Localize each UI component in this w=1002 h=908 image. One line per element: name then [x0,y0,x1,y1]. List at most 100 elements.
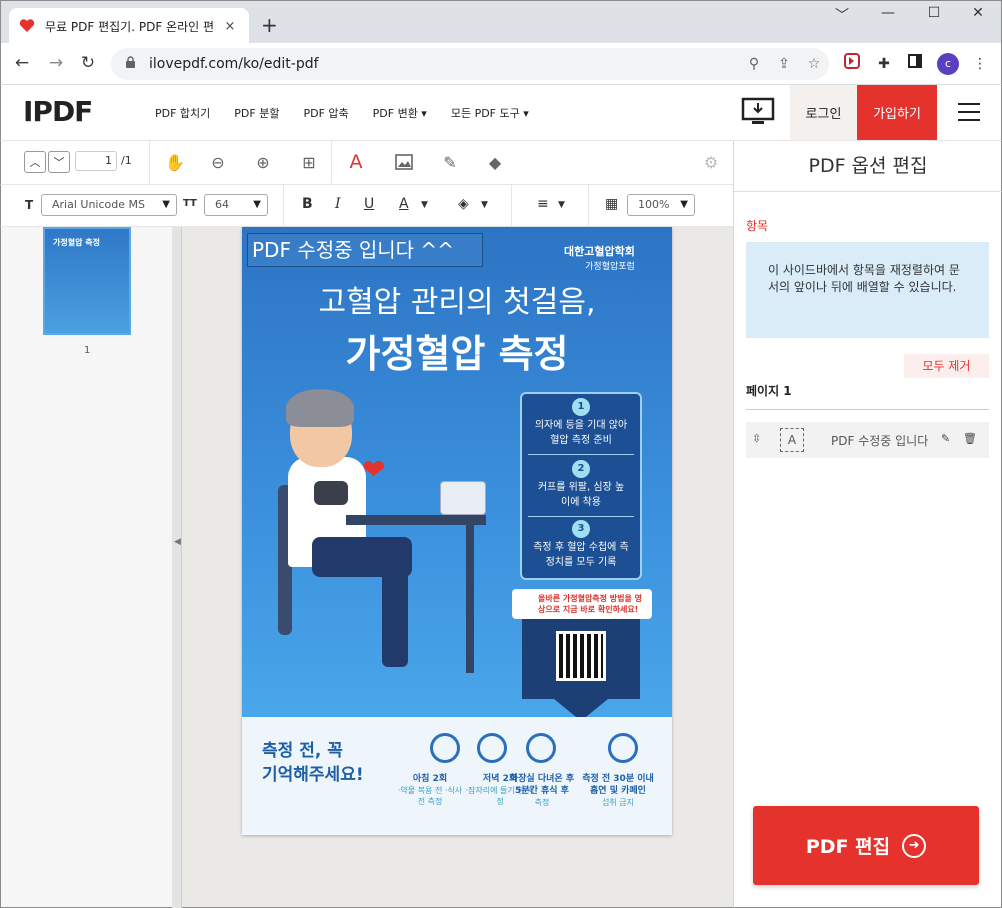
page-label: 페이지 1 [746,384,792,398]
forward-arrow-icon[interactable]: → [45,52,67,74]
person-hair-illustration [286,389,354,427]
list-item[interactable]: ⇳ A PDF 수정중 입니다 ^^ ✎ 🗑 [746,422,989,458]
ilovepdf-logo[interactable]: I PDF [23,95,171,346]
poster-tips-section: 측정 전, 꼭 기억해주세요! 아침 2회 ·약물 복용 전 ·식사 전 측정 … [242,717,672,835]
bold-button[interactable]: B [302,196,313,212]
editable-text-box[interactable]: PDF 수정중 입니다 ^^ [247,233,483,267]
chevron-down-icon[interactable]: ▼ [558,200,565,210]
hamburger-menu-icon[interactable] [958,103,980,121]
nav-convert-pdf[interactable]: PDF 변환 ▾ [373,105,427,121]
shape-icon[interactable]: ◆ [483,150,507,174]
tab-search-icon[interactable]: ﹀ [827,5,857,25]
person-shin-illustration [382,547,408,667]
fill-color-icon[interactable]: ◈ [458,196,469,212]
url-omnibox[interactable]: ilovepdf.com/ko/edit-pdf ⚲ ⇪ ☆ [111,48,829,80]
browser-menu-icon[interactable]: ⋮ [969,53,991,75]
zoom-out-icon[interactable]: ⊖ [206,150,230,174]
edit-pdf-button[interactable]: PDF 편집 ➜ [753,806,979,885]
bp-monitor-illustration [440,481,486,515]
font-color-button[interactable]: A [399,196,409,212]
add-image-icon[interactable] [392,150,416,174]
step-number: 3 [572,520,590,538]
side-panel-icon[interactable] [904,53,926,75]
qr-box [522,619,640,699]
minimize-button[interactable]: — [873,5,903,21]
maximize-button[interactable]: ☐ [919,5,949,21]
page-number-input[interactable]: 1 [75,151,117,171]
reorder-handle-icon[interactable]: ⇳ [752,432,761,445]
page-total: /1 [121,154,132,167]
extensions-puzzle-icon[interactable]: ✚ [873,53,895,75]
edit-pencil-icon[interactable]: ✎ [941,432,950,445]
nav-all-tools[interactable]: 모든 PDF 도구 ▾ [451,105,529,121]
item-label[interactable]: PDF 수정중 입니다 ^^ [831,432,931,449]
font-size-value: 64 [215,198,229,211]
bp-cuff-illustration [314,481,348,505]
clear-all-button[interactable]: 모두 제거 [904,354,989,378]
evening-icon [477,733,507,763]
next-page-icon[interactable]: ﹀ [48,151,70,173]
panel-splitter[interactable]: ◀ [172,227,182,908]
new-tab-button[interactable]: + [261,13,278,37]
url-text[interactable]: ilovepdf.com/ko/edit-pdf [149,56,739,72]
zoom-in-icon[interactable]: ⊕ [251,150,275,174]
tab-close-icon[interactable]: × [221,19,239,34]
font-family-select[interactable]: Arial Unicode MS ▼ [41,194,177,216]
opacity-select[interactable]: 100% ▼ [627,194,695,216]
chevron-down-icon[interactable]: ▼ [481,200,488,210]
extension-red-icon[interactable] [841,53,863,75]
pdf-page[interactable]: PDF 수정중 입니다 ^^ 대한고혈압학회 가정혈압포럼 고혈압 관리의 첫걸… [242,227,672,835]
opacity-icon: ▦ [605,196,619,212]
qr-code-icon [556,631,606,681]
settings-gear-icon[interactable]: ⚙ [699,150,723,174]
ilovepdf-favicon-icon [19,18,35,34]
step-text: 커프를 위팔, 심장 높이에 착용 [537,482,625,508]
tab-title: 무료 PDF 편집기. PDF 온라인 편 [45,19,215,34]
edit-options-panel: PDF 옵션 편집 항목 이 사이드바에서 항목을 재정렬하여 문서의 앞이나 … [733,141,1002,908]
editor-toolbar-format: T Arial Unicode MS ▼ TT 64 ▼ B I U A ▼ ◈… [0,185,733,227]
zoom-icon[interactable]: ⚲ [739,56,769,72]
page-thumbnail[interactable]: 가정혈압 측정 [43,227,131,335]
info-box: 이 사이드바에서 항목을 재정렬하여 문서의 앞이나 뒤에 배열할 수 있습니다… [746,242,989,338]
reload-icon[interactable]: ↻ [77,52,99,74]
underline-button[interactable]: U [364,196,374,212]
browser-address-bar: ← → ↻ ilovepdf.com/ko/edit-pdf ⚲ ⇪ ☆ ✚ c… [0,43,1002,85]
back-arrow-icon[interactable]: ← [11,52,33,74]
poster-headline-2: 가정혈압 측정 [345,332,569,376]
collapse-arrow-icon[interactable]: ◀ [174,537,181,547]
logo-pdf: PDF [32,95,93,128]
tip-no-caffeine: 측정 전 30분 이내 흡연 및 카페인 섭취 금지 [582,774,654,807]
browser-tab[interactable]: 무료 PDF 편집기. PDF 온라인 편 × [9,8,249,44]
add-text-icon[interactable]: A [344,150,368,174]
thumbnail-title: 가정혈압 측정 [53,238,100,247]
chevron-down-icon[interactable]: ▼ [421,200,428,210]
align-text-icon[interactable]: ≡ [537,196,549,212]
tip-morning: 아침 2회 ·약물 복용 전 ·식사 전 측정 [397,774,463,806]
heart-icon: ❤ [362,453,386,486]
trash-icon[interactable]: 🗑 [963,432,977,445]
italic-button[interactable]: I [335,196,341,212]
site-header: I PDF PDF 합치기 PDF 분할 PDF 압축 PDF 변환 ▾ 모든 … [0,85,1002,346]
arrow-right-circle-icon: ➜ [902,833,927,858]
hand-pan-icon[interactable]: ✋ [163,150,187,174]
nav-merge-pdf[interactable]: PDF 합치기 [155,105,210,121]
font-size-select[interactable]: 64 ▼ [204,194,268,216]
step-number: 1 [572,398,590,416]
prev-page-icon[interactable]: ︿ [24,151,46,173]
signup-button[interactable]: 가입하기 [857,85,937,140]
nav-compress-pdf[interactable]: PDF 압축 [303,105,348,121]
desktop-download-icon[interactable] [741,97,775,127]
edit-pdf-button-label: PDF 편집 [805,836,891,858]
fit-page-icon[interactable]: ⊞ [297,150,321,174]
share-icon[interactable]: ⇪ [769,56,799,72]
profile-avatar[interactable]: c [937,53,959,75]
close-window-button[interactable]: ✕ [963,5,993,21]
draw-pen-icon[interactable]: ✎ [438,150,462,174]
login-button[interactable]: 로그인 [790,85,857,140]
chevron-down-icon: ▼ [162,199,170,210]
font-size-label-icon: TT [183,198,197,209]
desk-leg-illustration [466,523,474,673]
page-thumbnail-panel: 가정혈압 측정 1 [0,227,172,908]
nav-split-pdf[interactable]: PDF 분할 [234,105,279,121]
bookmark-star-icon[interactable]: ☆ [799,56,829,72]
